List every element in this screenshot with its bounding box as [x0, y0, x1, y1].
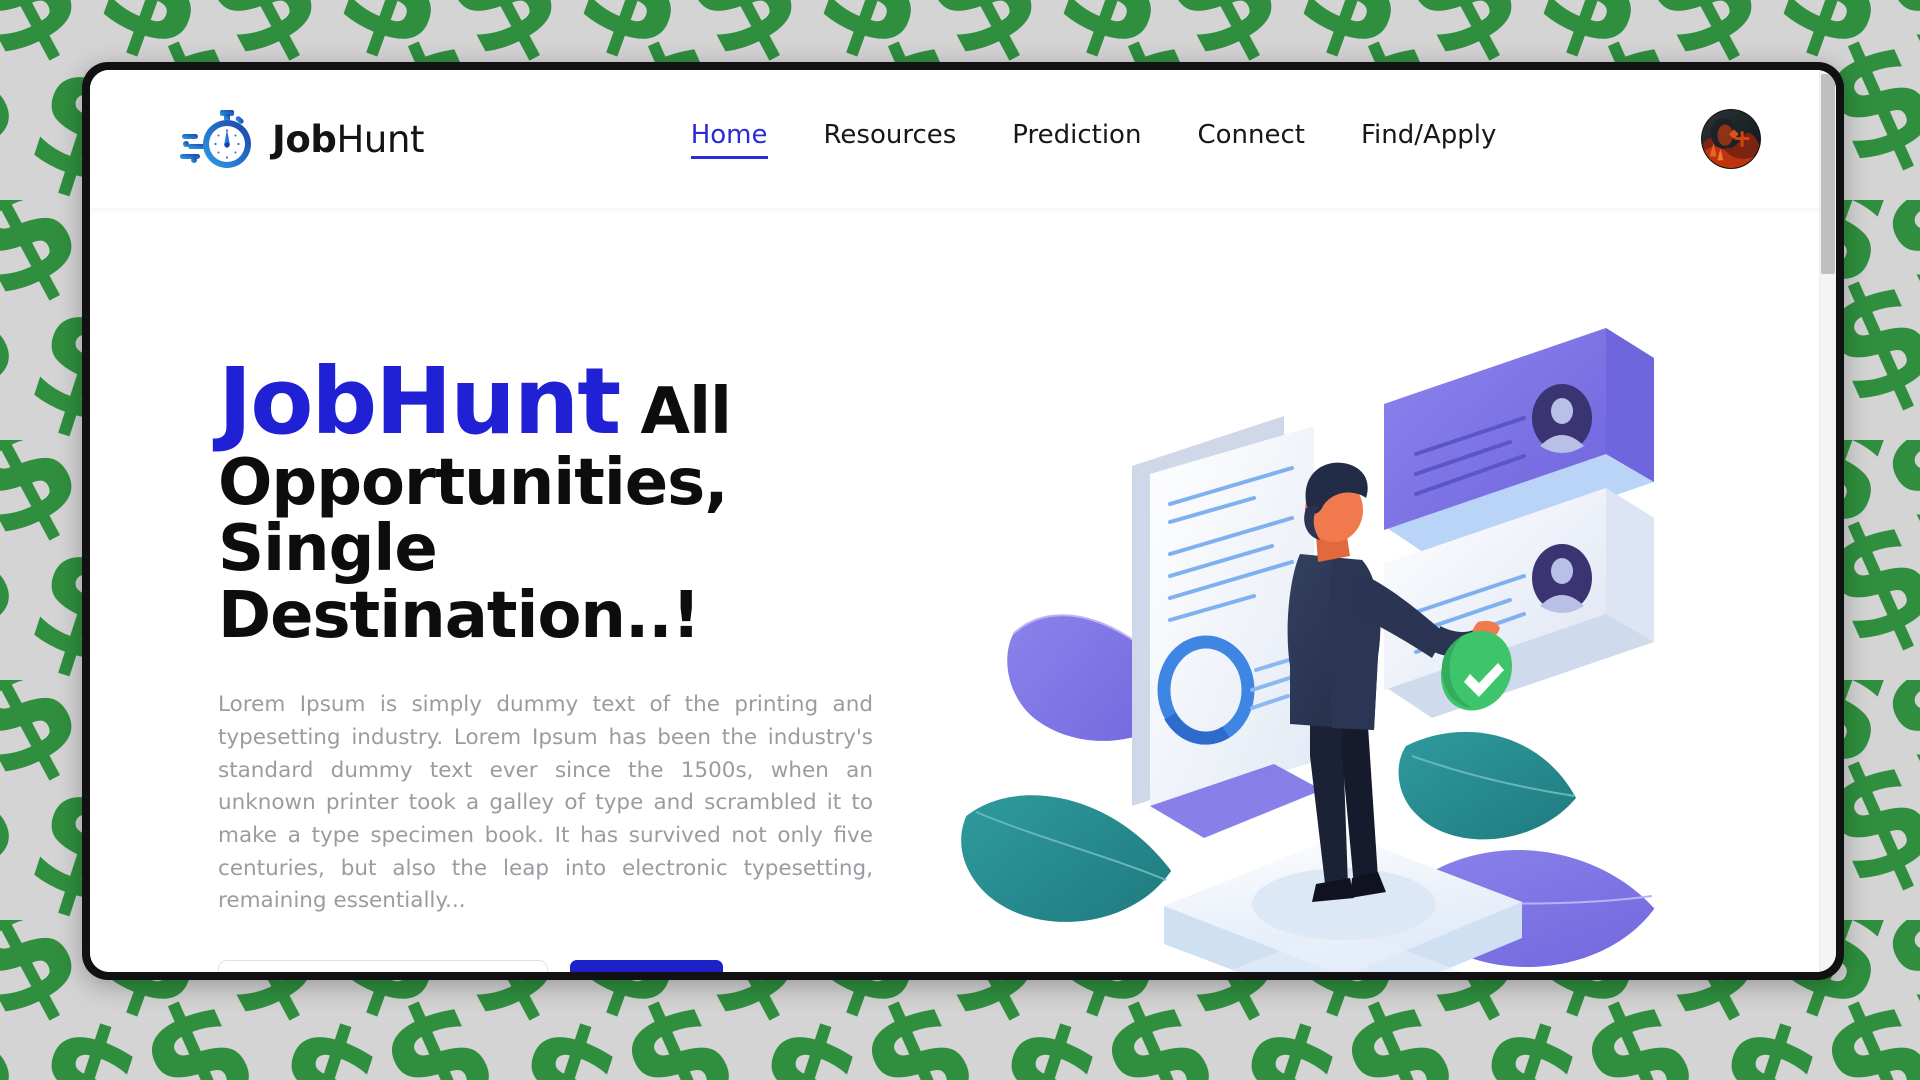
brand-name-bold: Job [272, 117, 337, 161]
site-header: JobHunt Home Resources Prediction Connec… [90, 70, 1819, 208]
page-title: JobHunt All Opportunities, Single Destin… [218, 354, 878, 649]
page-root: JobHunt Home Resources Prediction Connec… [0, 0, 1920, 1080]
main-navigation: Home Resources Prediction Connect Find/A… [542, 120, 1645, 159]
search-input[interactable] [218, 960, 548, 972]
brand-name: JobHunt [272, 117, 425, 161]
hero-description: Lorem Ipsum is simply dummy text of the … [218, 692, 873, 914]
device-screen: JobHunt Home Resources Prediction Connec… [90, 70, 1836, 972]
browser-viewport: JobHunt Home Resources Prediction Connec… [90, 70, 1819, 972]
search-button[interactable]: Search [570, 960, 724, 972]
nav-item-prediction[interactable]: Prediction [1012, 120, 1141, 159]
search-row: Search [218, 960, 878, 972]
hero-title-brand: JobHunt [218, 348, 621, 455]
nav-item-resources[interactable]: Resources [824, 120, 957, 159]
page-scrollbar-thumb[interactable] [1821, 74, 1835, 274]
hero-section: JobHunt All Opportunities, Single Destin… [90, 208, 1819, 972]
avatar-image [1702, 110, 1760, 168]
stopwatch-icon [180, 110, 251, 168]
resume-document [1131, 416, 1314, 810]
page-scrollbar-track[interactable] [1819, 70, 1836, 972]
device-frame: JobHunt Home Resources Prediction Connec… [82, 62, 1844, 980]
brand-logo-link[interactable]: JobHunt [180, 108, 425, 170]
nav-item-find-apply[interactable]: Find/Apply [1361, 120, 1496, 159]
nav-item-connect[interactable]: Connect [1197, 120, 1305, 159]
brand-name-regular: Hunt [336, 117, 425, 161]
hero-copy: JobHunt All Opportunities, Single Destin… [218, 304, 878, 972]
job-search-isometric-illustration [960, 328, 1654, 972]
nav-item-home[interactable]: Home [690, 120, 768, 159]
user-avatar[interactable] [1701, 109, 1761, 169]
hero-illustration [878, 286, 1779, 972]
